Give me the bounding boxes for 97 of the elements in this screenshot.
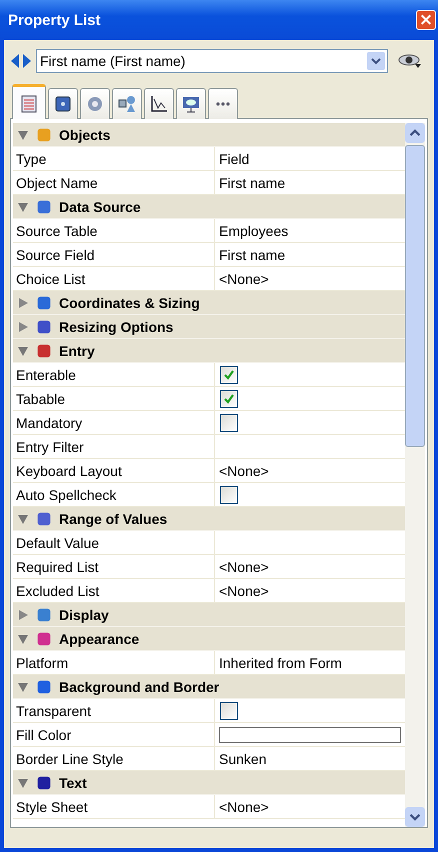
- property-label: Auto Spellcheck: [13, 483, 215, 506]
- line-chart-icon[interactable]: [149, 94, 169, 114]
- property-value: Employees: [219, 222, 288, 238]
- left-right-arrows-icon[interactable]: [10, 53, 32, 69]
- section-icon: [35, 294, 53, 312]
- property-value: First name: [219, 174, 286, 190]
- property-label: Choice List: [13, 267, 215, 290]
- property-label: Transparent: [13, 699, 215, 722]
- section-header[interactable]: Display: [13, 603, 405, 627]
- expand-triangle-icon[interactable]: [17, 680, 29, 692]
- property-value: <None>: [219, 582, 269, 598]
- property-label: Object Name: [13, 171, 215, 194]
- section-header[interactable]: Objects: [13, 123, 405, 147]
- property-value: <None>: [219, 270, 269, 286]
- eye-icon[interactable]: [398, 53, 422, 69]
- checkmark-icon[interactable]: [223, 392, 235, 404]
- section-header[interactable]: Coordinates & Sizing: [13, 291, 405, 315]
- property-value: Field: [219, 150, 250, 166]
- property-value: Inherited from Form: [219, 654, 342, 670]
- shapes-icon[interactable]: [117, 94, 137, 114]
- scroll-down-icon[interactable]: [405, 807, 425, 827]
- section-title: Background and Border: [59, 678, 220, 694]
- section-icon: [35, 630, 53, 648]
- property-label: Tabable: [13, 387, 215, 410]
- expand-triangle-icon[interactable]: [17, 512, 29, 524]
- property-label: Source Field: [13, 243, 215, 266]
- section-header[interactable]: Data Source: [13, 195, 405, 219]
- expand-triangle-icon[interactable]: [17, 320, 29, 332]
- property-label: Default Value: [13, 531, 215, 554]
- scroll-thumb[interactable]: [405, 145, 425, 447]
- property-label: Mandatory: [13, 411, 215, 434]
- section-header[interactable]: Text: [13, 771, 405, 795]
- section-icon: [35, 198, 53, 216]
- property-label: Enterable: [13, 363, 215, 386]
- property-value: First name: [219, 246, 286, 262]
- property-value: <None>: [219, 462, 269, 478]
- section-icon: [35, 510, 53, 528]
- section-icon: [35, 342, 53, 360]
- section-icon: [35, 774, 53, 792]
- checkmark-icon[interactable]: [223, 368, 235, 380]
- section-title: Coordinates & Sizing: [59, 294, 200, 310]
- window-title: Property List: [8, 12, 101, 28]
- section-title: Resizing Options: [59, 318, 174, 334]
- section-title: Appearance: [59, 630, 140, 646]
- expand-triangle-icon[interactable]: [17, 344, 29, 356]
- property-label: Required List: [13, 555, 215, 578]
- section-icon: [35, 318, 53, 336]
- section-icon: [35, 126, 53, 144]
- property-tab[interactable]: [208, 88, 238, 119]
- color-swatch[interactable]: [219, 726, 401, 742]
- section-title: Entry: [59, 342, 95, 358]
- property-tab[interactable]: [48, 88, 78, 119]
- property-label: Fill Color: [13, 723, 215, 746]
- section-title: Data Source: [59, 198, 141, 214]
- scroll-up-icon[interactable]: [405, 123, 425, 143]
- section-header[interactable]: Appearance: [13, 627, 405, 651]
- section-title: Range of Values: [59, 510, 168, 526]
- expand-triangle-icon[interactable]: [17, 632, 29, 644]
- monitor-icon[interactable]: [181, 94, 201, 114]
- property-label: Type: [13, 147, 215, 170]
- section-title: Text: [59, 774, 87, 790]
- checkbox[interactable]: [220, 366, 238, 384]
- property-value: Sunken: [219, 750, 266, 766]
- scrollbar[interactable]: [405, 123, 425, 827]
- expand-triangle-icon[interactable]: [17, 776, 29, 788]
- section-title: Objects: [59, 126, 110, 142]
- section-header[interactable]: Range of Values: [13, 507, 405, 531]
- list-icon[interactable]: [19, 94, 39, 114]
- section-icon: [35, 606, 53, 624]
- property-label: Excluded List: [13, 579, 215, 602]
- checkbox[interactable]: [220, 702, 238, 720]
- checkbox[interactable]: [220, 486, 238, 504]
- checkbox[interactable]: [220, 390, 238, 408]
- section-header[interactable]: Background and Border: [13, 675, 405, 699]
- property-value: <None>: [219, 558, 269, 574]
- property-value: <None>: [219, 798, 269, 814]
- section-header[interactable]: Entry: [13, 339, 405, 363]
- dropdown-chevron-icon[interactable]: [367, 52, 385, 70]
- property-label: Style Sheet: [13, 795, 215, 818]
- expand-triangle-icon[interactable]: [17, 608, 29, 620]
- property-tab[interactable]: [112, 88, 142, 119]
- object-dropdown[interactable]: First name (First name): [36, 49, 388, 73]
- property-tab[interactable]: [12, 84, 46, 121]
- expand-triangle-icon[interactable]: [17, 128, 29, 140]
- property-label: Border Line Style: [13, 747, 215, 770]
- property-label: Entry Filter: [13, 435, 215, 458]
- property-label: Platform: [13, 651, 215, 674]
- property-label: Keyboard Layout: [13, 459, 215, 482]
- property-label: Source Table: [13, 219, 215, 242]
- expand-triangle-icon[interactable]: [17, 296, 29, 308]
- expand-triangle-icon[interactable]: [17, 200, 29, 212]
- section-header[interactable]: Resizing Options: [13, 315, 405, 339]
- section-icon: [35, 678, 53, 696]
- property-tab[interactable]: [144, 88, 174, 119]
- close-button[interactable]: ×: [416, 10, 436, 30]
- checkbox[interactable]: [220, 414, 238, 432]
- section-title: Display: [59, 606, 109, 622]
